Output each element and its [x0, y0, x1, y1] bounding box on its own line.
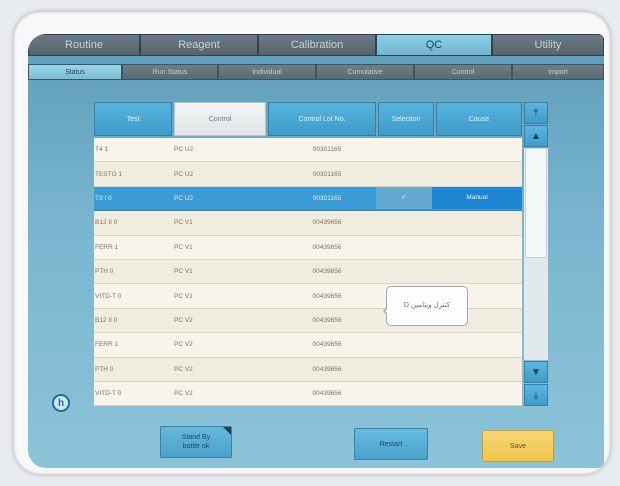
subtab-run-status[interactable]: Run Status — [122, 64, 218, 80]
scroll-to-bottom-button[interactable]: ⤓ — [524, 384, 548, 406]
subtab-individual[interactable]: Individual — [218, 64, 316, 80]
test-cell: VITD-T 0 — [95, 292, 122, 300]
scroll-up-button[interactable]: ▲ — [524, 125, 548, 147]
scroll-to-top-button[interactable]: ⤒ — [524, 102, 548, 124]
tab-utility[interactable]: Utility — [492, 34, 604, 56]
test-cell: T4 1 — [95, 146, 109, 154]
lot-cell: 00439656 — [312, 268, 342, 276]
test-cell: B12 II 0 — [95, 316, 118, 324]
test-cell: T3 I 0 — [95, 194, 112, 202]
table-row[interactable]: PTH 0 PC V1 00439656 — [94, 259, 522, 285]
control-cell: PC V2 — [174, 316, 193, 324]
column-header-control[interactable]: Control — [174, 102, 266, 136]
table-row[interactable]: TESTO 1 PC U2 00301165 — [94, 162, 522, 187]
subtab-import[interactable]: Import — [512, 64, 604, 80]
control-cell: PC V2 — [174, 341, 193, 349]
sub-tab-bar: Status Run Status Individual Cumulative … — [28, 64, 604, 80]
save-button[interactable]: Save — [482, 430, 554, 462]
subtab-control[interactable]: Control — [414, 64, 512, 80]
test-cell: B12 II 0 — [95, 219, 118, 227]
tab-qc[interactable]: QC — [376, 34, 492, 56]
lot-cell: 00301165 — [312, 170, 342, 178]
scroll-track[interactable] — [524, 148, 548, 360]
control-cell: PC U2 — [174, 170, 194, 178]
test-cell: TESTO 1 — [95, 170, 122, 178]
control-cell: PC V1 — [174, 268, 193, 276]
main-tab-bar: Routine Reagent Calibration QC Utility — [28, 34, 604, 56]
tab-calibration[interactable]: Calibration — [258, 34, 376, 56]
tab-routine[interactable]: Routine — [28, 34, 140, 56]
subtab-status[interactable]: Status — [28, 64, 122, 80]
lot-cell: 00439656 — [312, 316, 342, 324]
lot-cell: 00301165 — [312, 194, 342, 202]
test-cell: PTH 0 — [95, 365, 114, 373]
table-body: T4 1 PC U2 00301165 TESTO 1 PC U2 00301165 T3 … — [94, 138, 522, 407]
table-row[interactable]: T4 1 PC U2 00301165 — [94, 138, 522, 163]
table-row[interactable]: B12 II 0 PC V1 00439656 — [94, 211, 522, 236]
column-header-control-lot[interactable]: Control Lot No. — [268, 102, 376, 136]
test-cell: VITD-T 0 — [95, 390, 122, 398]
table-row[interactable]: T3 I 0 PC U2 00301165 ✓ Manual — [94, 186, 522, 212]
table-scrollbar[interactable]: ⤒ ▲ ▼ ⤓ — [524, 102, 548, 406]
control-cell: PC V2 — [174, 390, 193, 398]
lot-cell: 00439656 — [312, 219, 342, 227]
table-row[interactable]: PTH 0 PC V2 00439656 — [94, 357, 522, 382]
restart-button[interactable]: Restart — [354, 428, 428, 460]
qc-status-table: Test Control Control Lot No. Selection C… — [94, 102, 552, 407]
lot-cell: 00301165 — [312, 146, 342, 154]
analyzer-screen: Routine Reagent Calibration QC Utility S… — [28, 34, 604, 468]
column-header-test[interactable]: Test — [94, 102, 172, 136]
control-cell: PC U2 — [174, 146, 194, 154]
control-cell: PC U2 — [174, 194, 194, 202]
test-cell: FERR 1 — [95, 243, 119, 251]
selection-cell[interactable]: ✓ — [376, 187, 432, 210]
test-cell: FERR 1 — [95, 341, 119, 349]
lot-cell: 00439656 — [312, 341, 342, 349]
control-cell: PC V1 — [174, 243, 193, 251]
test-cell: PTH 0 — [95, 268, 114, 276]
table-header: Test Control Control Lot No. Selection C… — [94, 102, 522, 136]
column-header-selection[interactable]: Selection — [378, 102, 434, 136]
tab-reagent[interactable]: Reagent — [140, 34, 258, 56]
scroll-thumb[interactable] — [525, 148, 547, 258]
help-icon[interactable]: h — [52, 394, 70, 412]
lot-cell: 00439656 — [312, 390, 342, 398]
scroll-down-button[interactable]: ▼ — [524, 361, 548, 383]
cause-cell: Manual — [432, 187, 522, 210]
control-cell: PC V1 — [174, 219, 193, 227]
lot-cell: 00439656 — [312, 365, 342, 373]
control-cell: PC V2 — [174, 365, 193, 373]
table-row[interactable]: FERR 1 PC V2 00439656 — [94, 333, 522, 358]
table-row[interactable]: FERR 1 PC V1 00439656 — [94, 235, 522, 260]
subtab-cumulative[interactable]: Cumulative — [316, 64, 414, 80]
tooltip-note: کنترل ویتامین D — [383, 286, 468, 326]
column-header-cause[interactable]: Cause — [436, 102, 522, 136]
lot-cell: 00439656 — [312, 243, 342, 251]
control-cell: PC V1 — [174, 292, 193, 300]
standby-button[interactable]: Stand By bottle ok — [160, 426, 232, 458]
table-row[interactable]: VITD-T 0 PC V2 00439656 — [94, 381, 522, 407]
lot-cell: 00439656 — [312, 292, 342, 300]
